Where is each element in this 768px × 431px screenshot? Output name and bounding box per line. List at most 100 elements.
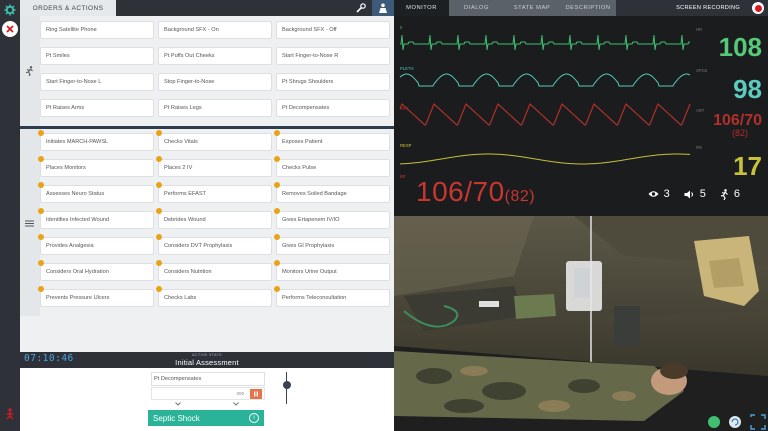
checklist-status-dot xyxy=(274,260,280,266)
event-counters: 3 5 6 xyxy=(648,188,740,200)
info-icon[interactable]: i xyxy=(249,413,259,423)
tab-dialog[interactable]: DIALOG xyxy=(449,0,504,16)
checklist-status-dot xyxy=(156,286,162,292)
checklist-item-card[interactable]: Checks Pulse xyxy=(276,159,390,177)
checklist-item-card[interactable]: Checks Vitals xyxy=(158,133,272,151)
patient-monitor: II PLETH ART RESP BP HR SPO2 ART RR 108 … xyxy=(394,16,768,216)
pleth-waveform xyxy=(399,73,691,87)
spo2-label: SPO2 xyxy=(696,68,708,73)
chevron-down-icon[interactable] xyxy=(175,402,181,406)
patient-figure-icon[interactable] xyxy=(2,406,18,422)
state-track: Pt Decompensates 000 xyxy=(151,372,265,406)
action-card[interactable]: Pt Smiles xyxy=(40,47,154,65)
checklist-status-dot xyxy=(156,130,162,136)
scene-image xyxy=(394,216,768,431)
checklist-status-dot xyxy=(274,156,280,162)
checklist-status-dot xyxy=(38,156,44,162)
checklist-item-card[interactable]: Gives GI Prophylaxis xyxy=(276,237,390,255)
walk-counter[interactable]: 6 xyxy=(720,188,740,200)
checklist-item-card[interactable]: Places 2 IV xyxy=(158,159,272,177)
chevron-down-icon[interactable] xyxy=(233,402,239,406)
hr-value: 108 xyxy=(718,32,762,62)
next-state-button[interactable]: Septic Shock i xyxy=(148,410,264,426)
checklist-item-card[interactable]: Considers Nutrition xyxy=(158,263,272,281)
action-card[interactable]: Pt Raises Arms xyxy=(40,99,154,117)
checklist-item-card[interactable]: Checks Labs xyxy=(158,289,272,307)
action-card[interactable]: Background SFX - Off xyxy=(276,21,390,39)
checklist-status-dot xyxy=(274,286,280,292)
checklist-status-dot xyxy=(156,156,162,162)
eye-count: 3 xyxy=(663,188,670,200)
checklist-item-card[interactable]: Gives Ertapenem IV/IO xyxy=(276,211,390,229)
checklist-item-card[interactable]: Debrides Wound xyxy=(158,211,272,229)
spo2-value: 98 xyxy=(733,74,762,104)
screen-recording-label: SCREEN RECORDING xyxy=(676,5,740,11)
tab-orders-actions[interactable]: ORDERS & ACTIONS xyxy=(20,0,116,16)
patient-scene-view[interactable] xyxy=(394,216,768,431)
resp-waveform xyxy=(400,153,691,165)
ecg-label: II xyxy=(400,25,403,30)
sound-counter[interactable]: 5 xyxy=(684,188,706,200)
action-card[interactable]: Background SFX - On xyxy=(158,21,272,39)
scenario-panel: 07:10:46 ACTIVE STATE Initial Assessment… xyxy=(20,352,394,431)
eye-icon xyxy=(648,191,659,197)
checklist-item-card[interactable]: Considers DVT Prophylaxis xyxy=(158,237,272,255)
checklist-status-dot xyxy=(274,208,280,214)
action-card[interactable]: Start Finger-to-Nose R xyxy=(276,47,390,65)
tab-state-map[interactable]: STATE MAP xyxy=(504,0,560,16)
pause-button[interactable] xyxy=(250,389,262,399)
gear-icon[interactable] xyxy=(2,2,18,18)
nibp-reading: 106/70(82) xyxy=(416,176,535,208)
step-timer: 000 xyxy=(151,387,265,400)
checklist-item-card[interactable]: Performs EFAST xyxy=(158,185,272,203)
checklist-item-card[interactable]: Prevents Pressure Ulcers xyxy=(40,289,154,307)
checklist-status-dot xyxy=(156,182,162,188)
walk-count: 6 xyxy=(733,188,740,200)
nibp-value: 106/70 xyxy=(416,176,505,207)
tab-description[interactable]: DESCRIPTION xyxy=(560,0,616,16)
running-figure-icon xyxy=(24,66,34,76)
orders-panel: ORDERS & ACTIONS Ring Satellite Phone Bac… xyxy=(20,0,394,352)
record-icon xyxy=(754,4,762,12)
monitor-tabbar: MONITOR DIALOG STATE MAP DESCRIPTION SCR… xyxy=(394,0,768,16)
checklist-item-card[interactable]: Monitors Urine Output xyxy=(276,263,390,281)
tab-monitor[interactable]: MONITOR xyxy=(394,0,449,16)
checklist-status-dot xyxy=(38,130,44,136)
checklist-item-card[interactable]: Performs Teleconsultation xyxy=(276,289,390,307)
checklist-item-card[interactable]: Considers Oral Hydration xyxy=(40,263,154,281)
checklist-grid: Initiates MARCH-PAWSL Checks Vitals Expose… xyxy=(40,133,390,307)
action-card[interactable]: Stop Finger-to-Nose xyxy=(158,73,272,91)
active-state-label: ACTIVE STATE xyxy=(191,353,223,357)
record-button[interactable] xyxy=(752,2,764,14)
action-card[interactable]: Pt Raises Legs xyxy=(158,99,272,117)
checklist-item-card[interactable]: Places Monitors xyxy=(40,159,154,177)
checklist-item-card[interactable]: Initiates MARCH-PAWSL xyxy=(40,133,154,151)
nibp-label: BP xyxy=(400,174,406,179)
orders-tabbar: ORDERS & ACTIONS xyxy=(20,0,394,16)
left-rail xyxy=(0,0,20,431)
medic-icon[interactable] xyxy=(372,0,394,16)
abp-label: ART xyxy=(696,108,705,113)
sound-count: 5 xyxy=(699,188,706,200)
checklist-item-card[interactable]: Identifies Infected Wound xyxy=(40,211,154,229)
checklist-item-card[interactable]: Assesses Neuro Status xyxy=(40,185,154,203)
wrench-icon[interactable] xyxy=(350,0,372,16)
orders-side-gutter xyxy=(20,16,40,316)
action-card[interactable]: Pt Decompensates xyxy=(276,99,390,117)
action-card[interactable]: Pt Puffs Out Cheeks xyxy=(158,47,272,65)
close-scenario-icon[interactable] xyxy=(2,21,18,37)
action-card[interactable]: Ring Satellite Phone xyxy=(40,21,154,39)
checklist-status-dot xyxy=(156,208,162,214)
checklist-item-card[interactable]: Provides Analgesia xyxy=(40,237,154,255)
checklist-item-card[interactable]: Removes Soiled Bandage xyxy=(276,185,390,203)
current-step[interactable]: Pt Decompensates xyxy=(151,372,265,386)
action-card[interactable]: Start Finger-to-Nose L xyxy=(40,73,154,91)
speaker-icon xyxy=(684,190,693,198)
checklist-status-dot xyxy=(38,182,44,188)
checklist-item-card[interactable]: Exposes Patient xyxy=(276,133,390,151)
app-root: ORDERS & ACTIONS Ring Satellite Phone Bac… xyxy=(0,0,768,431)
checklist-status-dot xyxy=(38,208,44,214)
eye-counter[interactable]: 3 xyxy=(648,188,670,200)
action-card[interactable]: Pt Shrugs Shoulders xyxy=(276,73,390,91)
reset-view-icon xyxy=(729,416,741,428)
